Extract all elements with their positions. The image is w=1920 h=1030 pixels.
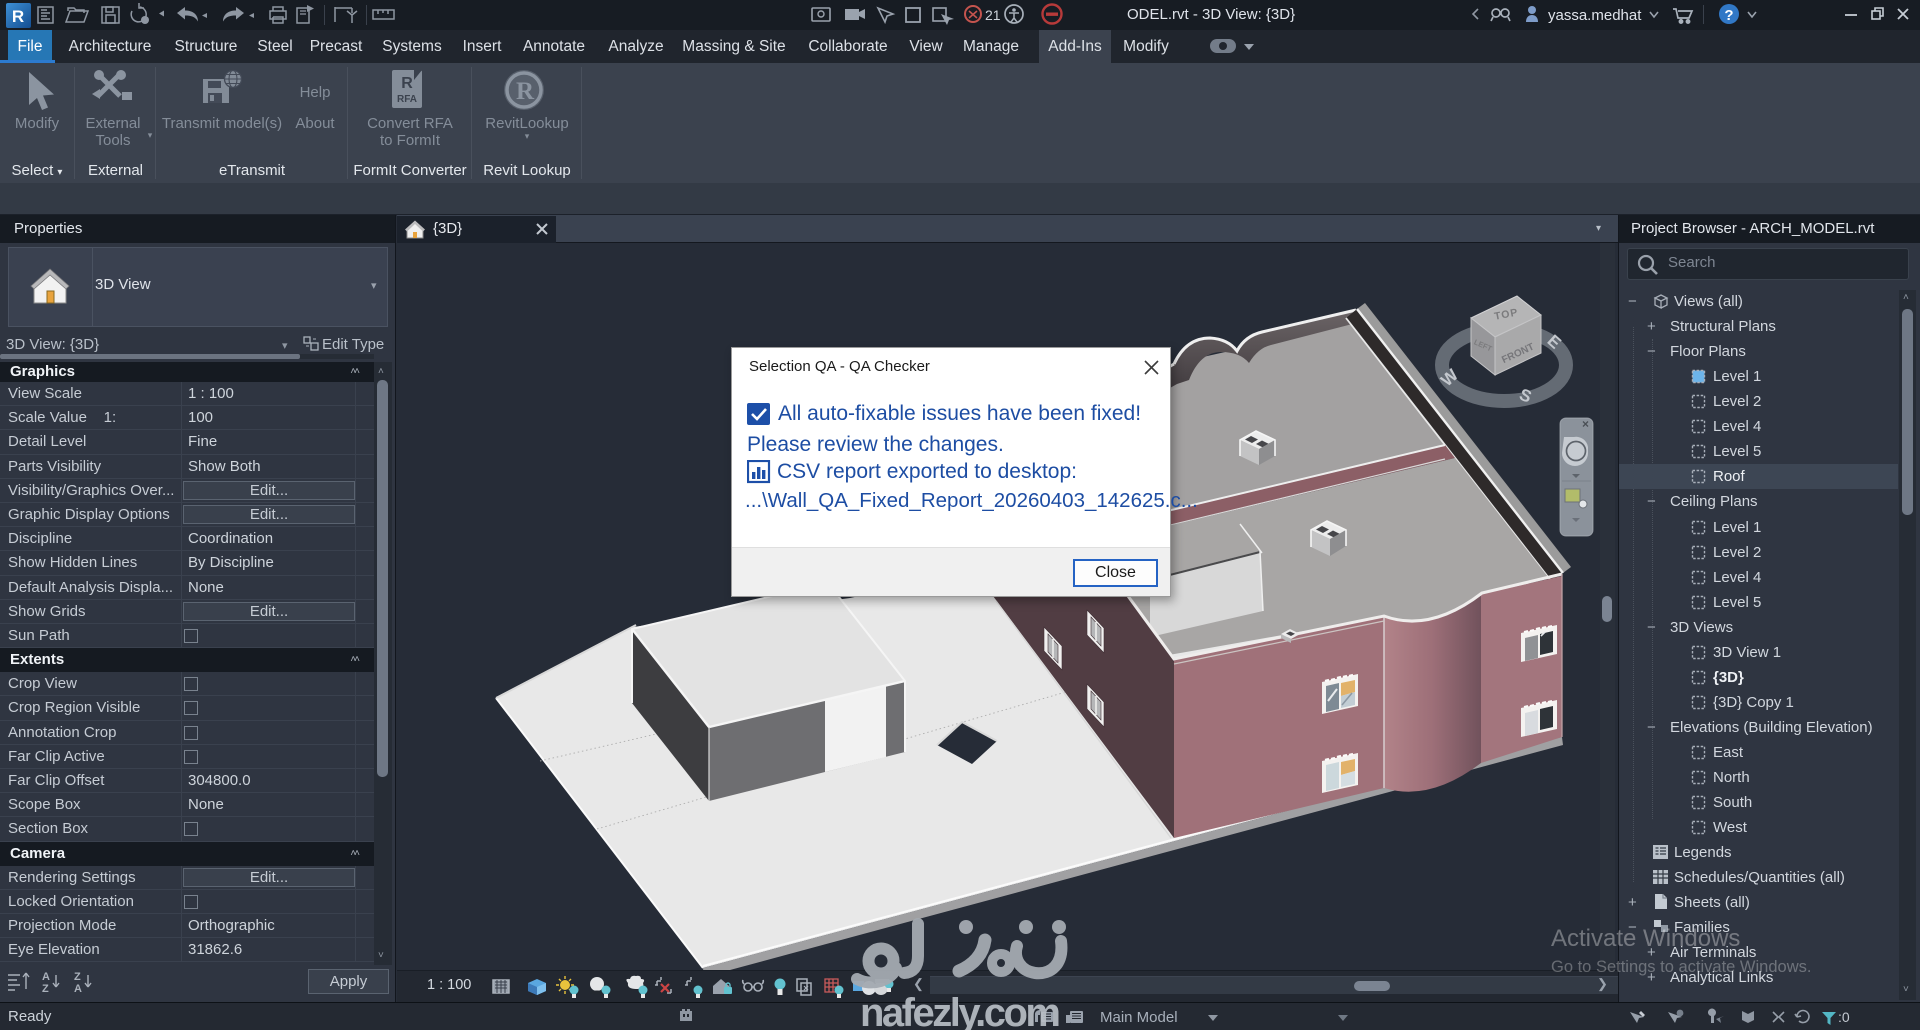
svg-text:R: R <box>12 7 24 26</box>
svg-text:Z: Z <box>42 983 49 995</box>
svg-text:R: R <box>516 78 535 105</box>
svg-text:A: A <box>42 971 50 983</box>
svg-text:RFA: RFA <box>397 94 417 105</box>
svg-text::0: :0 <box>1838 1009 1850 1025</box>
svg-text:R: R <box>401 75 413 92</box>
svg-text:?: ? <box>1724 7 1733 24</box>
svg-text:A: A <box>74 983 82 995</box>
svg-text:Main Model: Main Model <box>1100 1009 1178 1026</box>
svg-text:Z: Z <box>74 971 81 983</box>
svg-text:yassa.medhat: yassa.medhat <box>1548 7 1642 24</box>
svg-text:21: 21 <box>985 7 1001 23</box>
